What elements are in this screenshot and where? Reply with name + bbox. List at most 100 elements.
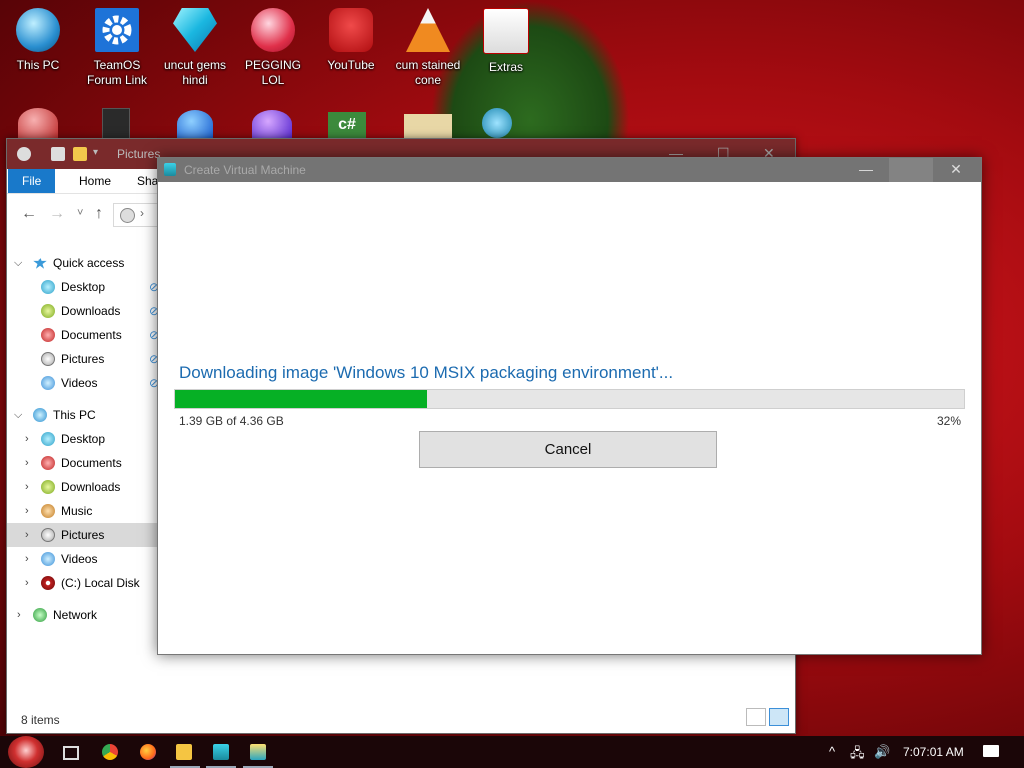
qat-chevron-icon[interactable]: ▾ — [93, 147, 98, 158]
tree-item-downloads[interactable]: Downloads ⊘ — [7, 299, 165, 323]
tree-item-this-pc[interactable]: ⌵ This PC — [7, 403, 165, 427]
show-hidden-icons-button[interactable]: ^ — [829, 744, 835, 759]
tree-item-pc-desktop[interactable]: › Desktop — [7, 427, 165, 451]
task-view-icon[interactable] — [63, 746, 79, 760]
chevron-right-icon[interactable]: › — [17, 603, 21, 627]
action-center-icon[interactable] — [983, 745, 999, 757]
chevron-right-icon[interactable]: › — [25, 571, 29, 595]
details-view-icon[interactable] — [746, 708, 766, 726]
chevron-right-icon[interactable]: › — [25, 475, 29, 499]
dialog-minimize-button[interactable]: — — [843, 158, 889, 182]
file-explorer-icon[interactable] — [176, 744, 192, 760]
help-icon[interactable] — [177, 110, 213, 138]
cone-icon — [406, 8, 450, 52]
desktop-icon-pegging[interactable]: PEGGING LOL — [237, 8, 309, 88]
address-input[interactable]: › — [113, 203, 163, 227]
tree-item-pc-videos[interactable]: › Videos — [7, 547, 165, 571]
explorer-app-icon — [17, 147, 31, 161]
tree-label: Documents — [61, 328, 122, 342]
chrome-icon[interactable] — [102, 744, 118, 760]
desktop-icon-youtube[interactable]: YouTube — [315, 8, 387, 73]
music-icon — [41, 504, 55, 518]
ornament-icon[interactable] — [18, 108, 58, 138]
hyper-v-icon — [164, 163, 176, 176]
drive-icon[interactable] — [102, 108, 130, 140]
tree-item-quick-access[interactable]: ⌵ Quick access — [7, 251, 165, 275]
recent-locations-button[interactable]: ˅ — [77, 207, 83, 219]
desktop-icon-label: This PC — [16, 58, 60, 72]
desktop-icon — [41, 280, 55, 294]
cancel-button[interactable]: Cancel — [419, 431, 717, 468]
large-icons-view-icon[interactable] — [769, 708, 789, 726]
csharp-icon[interactable]: c# — [328, 112, 366, 138]
download-progress-bar — [174, 389, 965, 409]
tree-item-desktop[interactable]: Desktop ⊘ — [7, 275, 165, 299]
desktop-icon-this-pc[interactable]: This PC — [2, 8, 74, 73]
clock[interactable]: 7:07:01 AM — [903, 745, 964, 759]
tab-home[interactable]: Home — [65, 169, 125, 193]
back-button[interactable]: ← — [21, 205, 37, 223]
snake-icon[interactable] — [482, 108, 512, 138]
navigation-pane: ⌵ Quick access Desktop ⊘ Downloads ⊘ Doc… — [7, 239, 165, 627]
desktop-icon-teamos[interactable]: TeamOS Forum Link — [81, 8, 153, 88]
up-button[interactable]: ↑ — [95, 205, 103, 223]
tree-label: Pictures — [61, 352, 105, 366]
chevron-right-icon[interactable]: › — [25, 547, 29, 571]
tree-item-pictures[interactable]: Pictures ⊘ — [7, 347, 165, 371]
chevron-down-icon[interactable]: ⌵ — [14, 403, 22, 427]
volume-icon[interactable]: 🔊 — [874, 744, 890, 760]
desktop-icon-label: Extras — [488, 60, 523, 74]
pictures-icon — [120, 208, 135, 223]
tree-item-videos[interactable]: Videos ⊘ — [7, 371, 165, 395]
explorer-title: Pictures — [117, 147, 161, 161]
desktop-icon-label: TeamOS Forum Link — [86, 58, 148, 87]
progress-fill — [175, 390, 428, 408]
properties-icon[interactable] — [51, 147, 65, 161]
chevron-down-icon[interactable]: ⌵ — [14, 251, 22, 275]
create-vm-dialog: Create Virtual Machine — ✕ Downloading i… — [157, 157, 982, 655]
download-size-text: 1.39 GB of 4.36 GB — [179, 414, 284, 428]
network-icon — [33, 608, 47, 622]
taskbar: ^ 🖧 🔊 7:07:01 AM — [0, 736, 1024, 768]
dialog-titlebar[interactable]: Create Virtual Machine — ✕ — [158, 158, 981, 182]
network-icon[interactable]: 🖧 — [850, 744, 865, 766]
new-folder-icon[interactable] — [73, 147, 87, 161]
chevron-right-icon[interactable]: › — [25, 427, 29, 451]
tree-item-pc-music[interactable]: › Music — [7, 499, 165, 523]
orb-icon[interactable] — [252, 110, 292, 138]
tree-label: Pictures — [61, 528, 105, 542]
dialog-close-button[interactable]: ✕ — [933, 158, 979, 182]
dialog-title: Create Virtual Machine — [184, 163, 306, 177]
tree-label: Videos — [61, 552, 98, 566]
tree-label: Documents — [61, 456, 122, 470]
local-disk-icon — [41, 576, 55, 590]
tree-item-local-disk[interactable]: › (C:) Local Disk — [7, 571, 165, 595]
documents-icon — [41, 456, 55, 470]
forward-button[interactable]: → — [49, 205, 65, 223]
tree-item-pc-downloads[interactable]: › Downloads — [7, 475, 165, 499]
tree-item-network[interactable]: › Network — [7, 603, 165, 627]
tree-item-pc-pictures[interactable]: › Pictures — [7, 523, 165, 547]
tree-label: Quick access — [53, 256, 125, 270]
tree-item-pc-documents[interactable]: › Documents — [7, 451, 165, 475]
desktop-icon-extras[interactable]: Extras — [470, 8, 542, 75]
firefox-icon[interactable] — [140, 744, 156, 760]
tree-label: Music — [61, 504, 93, 518]
start-orb-icon[interactable] — [8, 736, 44, 768]
chevron-right-icon[interactable]: › — [25, 523, 29, 547]
tree-label: Videos — [61, 376, 98, 390]
chevron-right-icon[interactable]: › — [25, 451, 29, 475]
chevron-right-icon[interactable]: › — [25, 499, 29, 523]
hxd-icon[interactable] — [404, 114, 452, 138]
pictures-icon — [41, 528, 55, 542]
tab-file[interactable]: File — [8, 169, 56, 193]
angry-bird-icon — [329, 8, 373, 52]
desktop-icon-label: YouTube — [327, 58, 375, 72]
hyper-v-quick-create-icon[interactable] — [250, 744, 266, 760]
download-status-message: Downloading image 'Windows 10 MSIX packa… — [179, 363, 674, 382]
calculator-icon[interactable] — [213, 744, 229, 760]
desktop-icon-cone[interactable]: cum stained cone — [392, 8, 464, 88]
desktop-icon-uncut-gems[interactable]: uncut gems hindi — [159, 8, 231, 88]
tree-item-documents[interactable]: Documents ⊘ — [7, 323, 165, 347]
download-percent-text: 32% — [936, 414, 961, 428]
